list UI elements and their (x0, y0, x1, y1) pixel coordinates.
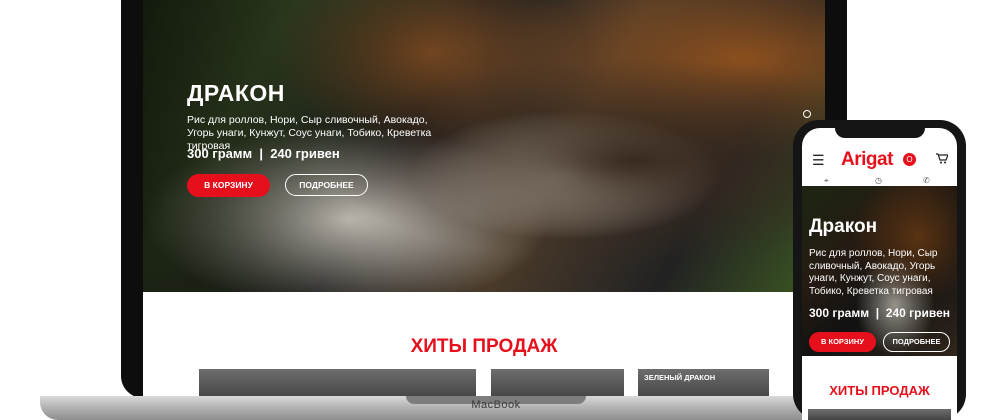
mobile-hero-description: Рис для роллов, Нори, Сыр сливочный, Аво… (809, 248, 938, 297)
product-card[interactable] (491, 369, 624, 398)
mobile-hero-title: Дракон (809, 216, 878, 237)
phone-screen: ☰ Arigat O ⌖ ◷ ✆ Дракон Рис для роллов, … (802, 128, 957, 420)
mobile-bestsellers-title: ХИТЫ ПРОДАЖ (829, 383, 930, 398)
clock-icon[interactable]: ◷ (875, 176, 882, 185)
cart-icon[interactable] (936, 153, 949, 167)
slider-dot[interactable] (803, 110, 811, 118)
mobile-hero-banner: Дракон Рис для роллов, Нори, Сыр сливочн… (802, 186, 957, 356)
product-card[interactable] (199, 369, 476, 398)
mobile-header: ☰ Arigat O (802, 146, 957, 176)
phone-notch (835, 124, 925, 138)
mobile-add-to-cart-button[interactable]: В КОРЗИНУ (809, 332, 876, 352)
add-to-cart-button[interactable]: В КОРЗИНУ (187, 174, 270, 197)
laptop-screen: ДРАКОН Рис для роллов, Нори, Сыр сливочн… (143, 0, 825, 398)
phone-icon[interactable]: ✆ (923, 176, 930, 185)
logo[interactable]: Arigat (841, 149, 893, 171)
product-card-title: ЗЕЛЕНЫЙ ДРАКОН (644, 373, 716, 382)
hero-banner: ДРАКОН Рис для роллов, Нори, Сыр сливочн… (143, 0, 825, 292)
product-card[interactable]: ЗЕЛЕНЫЙ ДРАКОН (638, 369, 769, 398)
mobile-hero-weight-price: 300 грамм | 240 гривен (809, 306, 951, 320)
bestsellers-title: ХИТЫ ПРОДАЖ (410, 336, 558, 357)
mobile-info-bar: ⌖ ◷ ✆ (802, 176, 957, 186)
hero-title: ДРАКОН (187, 80, 285, 106)
menu-icon[interactable]: ☰ (812, 152, 825, 169)
location-icon[interactable]: ⌖ (824, 176, 829, 186)
details-button[interactable]: ПОДРОБНЕЕ (285, 174, 368, 196)
laptop-brand-label: MacBook (471, 399, 521, 411)
hero-weight-price: 300 грамм | 240 гривен (187, 146, 340, 161)
mobile-product-card[interactable] (808, 409, 951, 420)
mobile-details-button[interactable]: ПОДРОБНЕЕ (883, 332, 950, 352)
logo-mark: O (903, 153, 916, 166)
